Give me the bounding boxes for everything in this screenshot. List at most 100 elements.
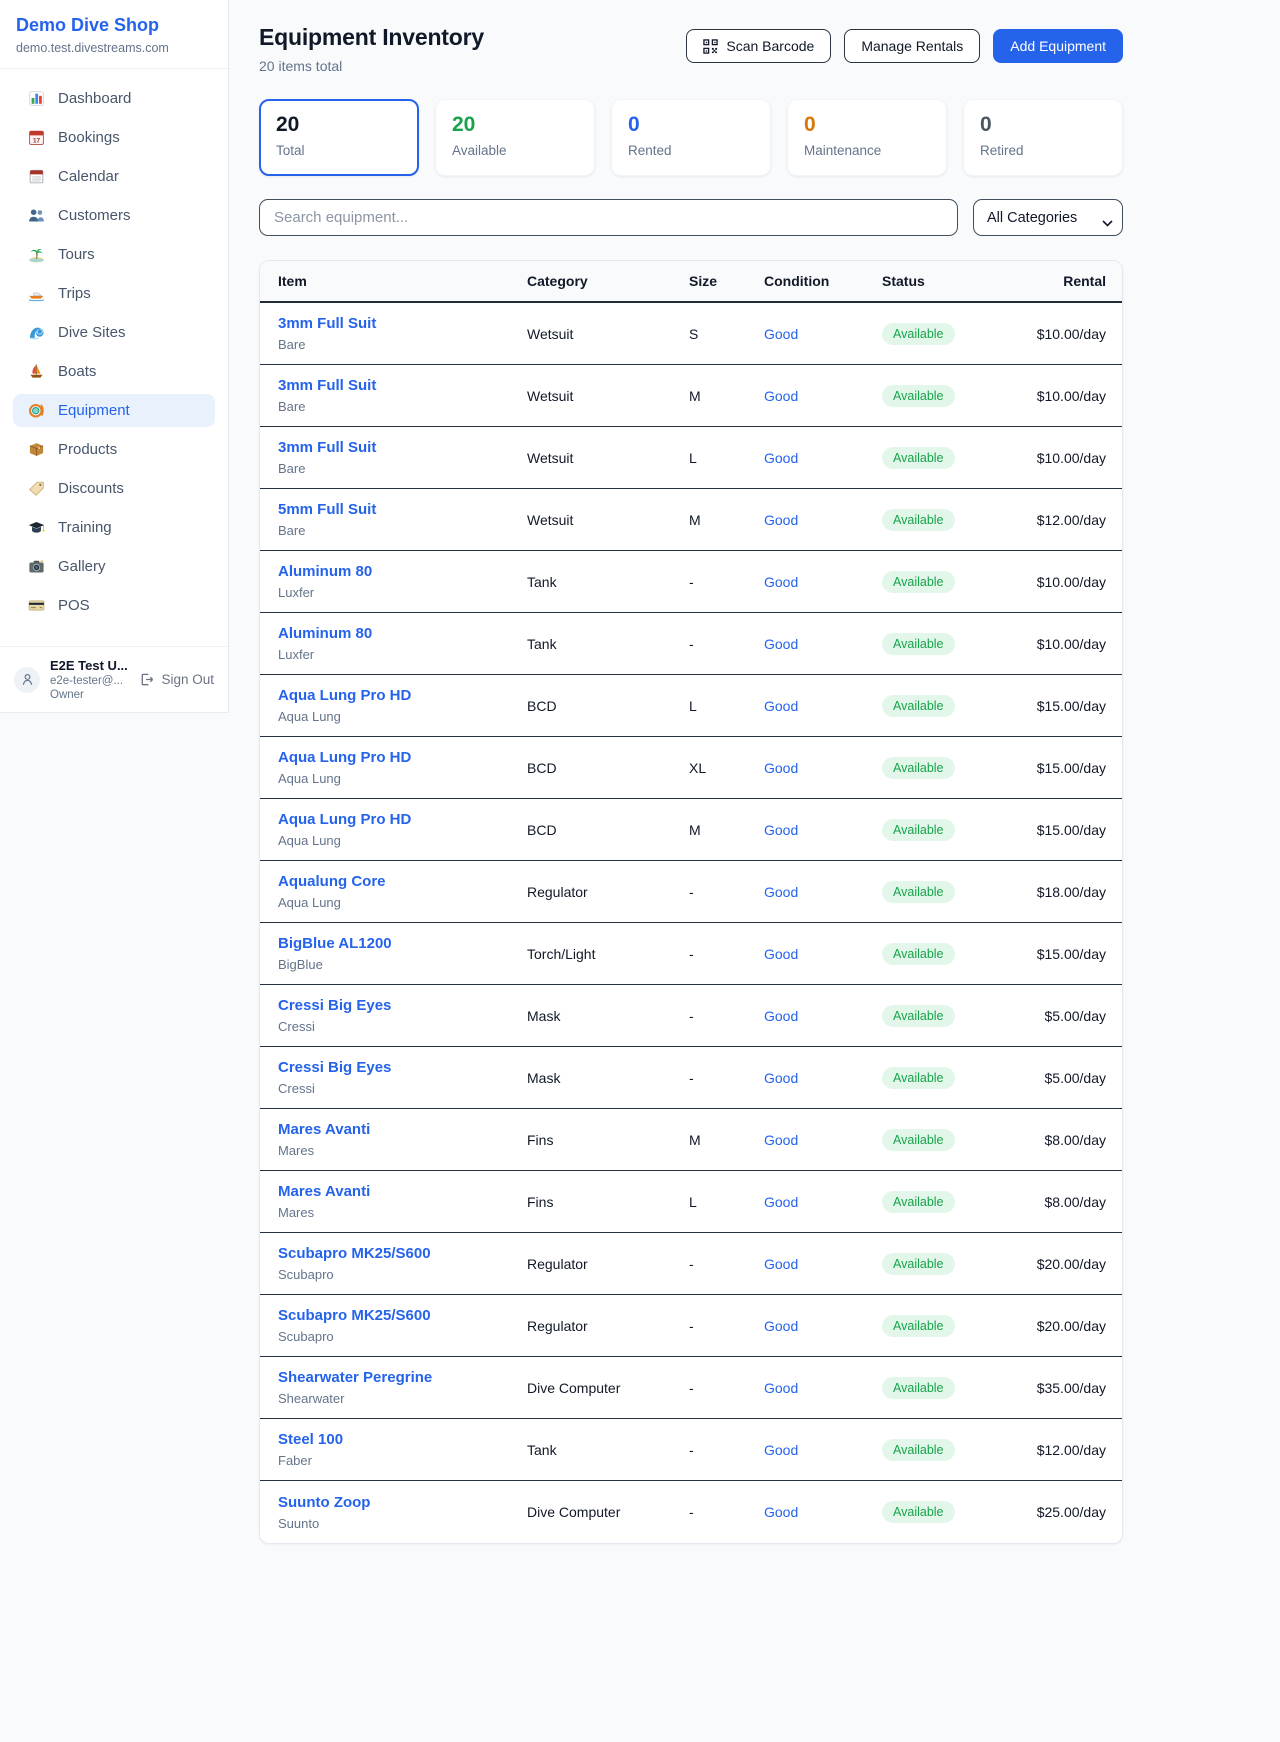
condition-link[interactable]: Good — [764, 1070, 882, 1086]
size-cell: - — [689, 1380, 764, 1396]
manage-rentals-button[interactable]: Manage Rentals — [844, 29, 980, 63]
page-title: Equipment Inventory — [259, 24, 484, 51]
item-name-link[interactable]: Aluminum 80 — [278, 625, 527, 643]
category-cell: Regulator — [527, 1318, 689, 1334]
size-cell: - — [689, 1070, 764, 1086]
item-name-link[interactable]: Suunto Zoop — [278, 1494, 527, 1512]
page-header-titles: Equipment Inventory 20 items total — [259, 24, 484, 74]
item-name-link[interactable]: Shearwater Peregrine — [278, 1369, 527, 1387]
item-name-link[interactable]: Cressi Big Eyes — [278, 1059, 527, 1077]
condition-link[interactable]: Good — [764, 884, 882, 900]
item-name-link[interactable]: Aqualung Core — [278, 873, 527, 891]
condition-link[interactable]: Good — [764, 1256, 882, 1272]
sign-out-label: Sign Out — [161, 672, 214, 687]
sidebar-item-label: Calendar — [58, 168, 119, 185]
condition-link[interactable]: Good — [764, 574, 882, 590]
item-name-link[interactable]: 3mm Full Suit — [278, 439, 527, 457]
stat-value: 0 — [628, 113, 754, 137]
stat-card-total[interactable]: 20Total — [259, 99, 419, 176]
item-name-link[interactable]: 3mm Full Suit — [278, 377, 527, 395]
sidebar-item-bookings[interactable]: 17Bookings — [13, 121, 215, 154]
table-body: 3mm Full SuitBareWetsuitSGoodAvailable$1… — [260, 303, 1122, 1543]
sidebar-item-trips[interactable]: Trips — [13, 277, 215, 310]
sidebar-item-dive-sites[interactable]: Dive Sites — [13, 316, 215, 349]
svg-text:17: 17 — [33, 137, 41, 144]
size-cell: - — [689, 574, 764, 590]
item-name-link[interactable]: Mares Avanti — [278, 1183, 527, 1201]
status-badge: Available — [882, 1191, 955, 1213]
condition-link[interactable]: Good — [764, 822, 882, 838]
sidebar-item-gallery[interactable]: Gallery — [13, 550, 215, 583]
search-input[interactable] — [259, 199, 958, 236]
item-cell: Cressi Big EyesCressi — [278, 1059, 527, 1096]
item-name-link[interactable]: Aluminum 80 — [278, 563, 527, 581]
sidebar-item-equipment[interactable]: Equipment — [13, 394, 215, 427]
item-brand: Suunto — [278, 1516, 527, 1531]
condition-link[interactable]: Good — [764, 760, 882, 776]
condition-link[interactable]: Good — [764, 698, 882, 714]
sign-out-button[interactable]: Sign Out — [139, 672, 214, 687]
condition-link[interactable]: Good — [764, 1380, 882, 1396]
item-brand: Luxfer — [278, 585, 527, 600]
stat-card-rented[interactable]: 0Rented — [611, 99, 771, 176]
table-row: Scubapro MK25/S600ScubaproRegulator-Good… — [260, 1295, 1122, 1357]
sidebar-item-tours[interactable]: Tours — [13, 238, 215, 271]
condition-link[interactable]: Good — [764, 1008, 882, 1024]
condition-link[interactable]: Good — [764, 450, 882, 466]
rental-cell: $10.00/day — [1012, 574, 1106, 590]
tours-icon — [28, 246, 45, 263]
condition-link[interactable]: Good — [764, 326, 882, 342]
condition-link[interactable]: Good — [764, 512, 882, 528]
item-name-link[interactable]: Aqua Lung Pro HD — [278, 749, 527, 767]
category-select[interactable]: All Categories — [973, 199, 1123, 236]
table-row: Aqua Lung Pro HDAqua LungBCDXLGoodAvaila… — [260, 737, 1122, 799]
rental-cell: $20.00/day — [1012, 1318, 1106, 1334]
condition-link[interactable]: Good — [764, 636, 882, 652]
sidebar-item-customers[interactable]: Customers — [13, 199, 215, 232]
sidebar-item-training[interactable]: Training — [13, 511, 215, 544]
condition-link[interactable]: Good — [764, 1442, 882, 1458]
stat-label: Available — [452, 143, 578, 158]
sidebar-item-dashboard[interactable]: Dashboard — [13, 82, 215, 115]
rental-cell: $10.00/day — [1012, 450, 1106, 466]
table-row: Aluminum 80LuxferTank-GoodAvailable$10.0… — [260, 613, 1122, 675]
condition-link[interactable]: Good — [764, 1318, 882, 1334]
item-brand: Aqua Lung — [278, 895, 527, 910]
condition-link[interactable]: Good — [764, 1504, 882, 1520]
item-name-link[interactable]: BigBlue AL1200 — [278, 935, 527, 953]
equipment-icon — [28, 402, 45, 419]
stat-card-maintenance[interactable]: 0Maintenance — [787, 99, 947, 176]
size-cell: - — [689, 884, 764, 900]
item-name-link[interactable]: 5mm Full Suit — [278, 501, 527, 519]
manage-rentals-label: Manage Rentals — [861, 38, 963, 54]
sidebar-item-pos[interactable]: POS — [13, 589, 215, 622]
item-name-link[interactable]: Cressi Big Eyes — [278, 997, 527, 1015]
stat-card-retired[interactable]: 0Retired — [963, 99, 1123, 176]
scan-barcode-button[interactable]: Scan Barcode — [686, 29, 831, 63]
sidebar-item-label: Tours — [58, 246, 95, 263]
sidebar-item-calendar[interactable]: Calendar — [13, 160, 215, 193]
item-name-link[interactable]: Scubapro MK25/S600 — [278, 1307, 527, 1325]
main-content: Equipment Inventory 20 items total — [259, 24, 1123, 1544]
add-equipment-button[interactable]: Add Equipment — [993, 29, 1123, 63]
sidebar-item-discounts[interactable]: Discounts — [13, 472, 215, 505]
brand-name[interactable]: Demo Dive Shop — [16, 15, 212, 36]
dive-sites-icon — [28, 324, 45, 341]
item-name-link[interactable]: Steel 100 — [278, 1431, 527, 1449]
item-name-link[interactable]: Mares Avanti — [278, 1121, 527, 1139]
sidebar-item-products[interactable]: Products — [13, 433, 215, 466]
column-header-rental: Rental — [1012, 273, 1106, 289]
item-name-link[interactable]: Aqua Lung Pro HD — [278, 811, 527, 829]
condition-link[interactable]: Good — [764, 388, 882, 404]
item-name-link[interactable]: 3mm Full Suit — [278, 315, 527, 333]
stat-card-available[interactable]: 20Available — [435, 99, 595, 176]
condition-link[interactable]: Good — [764, 1132, 882, 1148]
condition-link[interactable]: Good — [764, 946, 882, 962]
item-name-link[interactable]: Aqua Lung Pro HD — [278, 687, 527, 705]
sidebar-item-boats[interactable]: Boats — [13, 355, 215, 388]
item-brand: Bare — [278, 523, 527, 538]
condition-link[interactable]: Good — [764, 1194, 882, 1210]
column-header-category: Category — [527, 273, 689, 289]
status-badge: Available — [882, 1129, 955, 1151]
item-name-link[interactable]: Scubapro MK25/S600 — [278, 1245, 527, 1263]
